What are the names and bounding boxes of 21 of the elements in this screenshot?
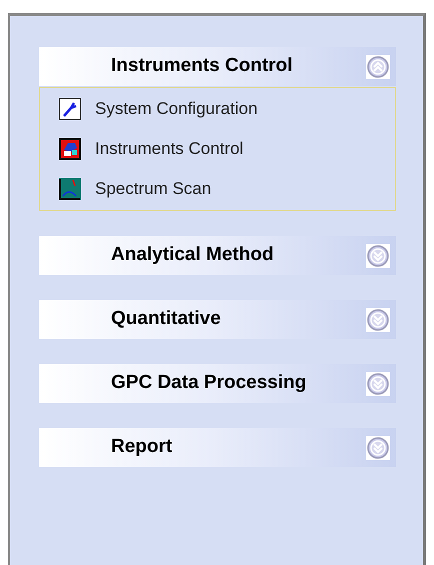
group-title: Analytical Method xyxy=(111,243,275,268)
nav-item[interactable]: Instruments Control xyxy=(59,129,395,169)
group-title: Instruments Control xyxy=(111,54,294,78)
group-header[interactable]: Report xyxy=(39,428,396,467)
nav-item[interactable]: Spectrum Scan xyxy=(59,169,395,209)
spectrum-icon xyxy=(59,178,81,200)
nav-item[interactable]: System Configuration xyxy=(59,89,395,129)
group-title: Quantitative xyxy=(111,307,222,332)
group-header[interactable]: Instruments Control xyxy=(39,47,396,86)
expand-icon[interactable] xyxy=(366,308,390,332)
expand-icon[interactable] xyxy=(366,436,390,460)
group-header[interactable]: GPC Data Processing xyxy=(39,364,396,403)
group-header[interactable]: Quantitative xyxy=(39,300,396,339)
expand-icon[interactable] xyxy=(366,244,390,268)
wrench-icon xyxy=(59,98,81,120)
collapse-icon[interactable] xyxy=(366,54,390,78)
instrument-icon xyxy=(59,138,81,160)
group-header[interactable]: Analytical Method xyxy=(39,236,396,275)
group-title: GPC Data Processing xyxy=(111,371,308,396)
expand-icon[interactable] xyxy=(366,372,390,396)
group-title: Report xyxy=(111,435,174,460)
